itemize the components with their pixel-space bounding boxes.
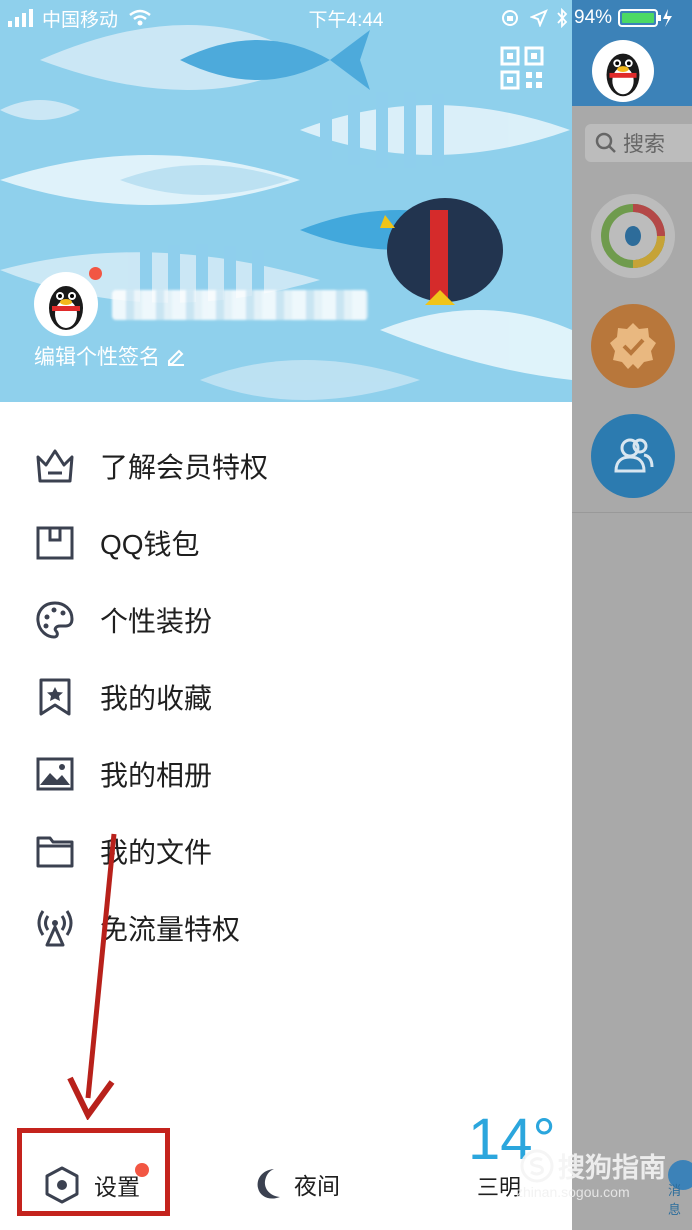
menu-label: 我的相册 bbox=[100, 760, 213, 791]
weather-city: 三明 bbox=[477, 1175, 522, 1200]
menu-item-vip-privilege[interactable]: 了解会员特权 bbox=[34, 436, 534, 496]
menu-item-album[interactable]: 我的相册 bbox=[34, 744, 534, 804]
palette-icon bbox=[34, 597, 80, 643]
search-input[interactable]: 搜索 bbox=[585, 124, 692, 162]
qq-penguin-avatar-icon bbox=[49, 286, 83, 330]
sogou-s-icon bbox=[520, 1149, 554, 1182]
menu-label: QQ钱包 bbox=[100, 529, 200, 560]
watermark-brand: 搜狗指南 bbox=[558, 1153, 666, 1183]
checkin-app[interactable] bbox=[591, 304, 675, 388]
menu-label: 了解会员特权 bbox=[100, 452, 269, 483]
status-right: 94% bbox=[500, 4, 674, 32]
menu-item-qq-wallet[interactable]: QQ钱包 bbox=[34, 513, 534, 573]
contacts-app[interactable] bbox=[591, 414, 675, 498]
bluetooth-icon bbox=[557, 8, 568, 28]
message-tab-label[interactable]: 消息 bbox=[668, 1180, 692, 1218]
qq-penguin-avatar-icon bbox=[606, 53, 640, 97]
pencil-icon bbox=[168, 349, 184, 366]
location-arrow-icon bbox=[530, 9, 548, 27]
menu-item-favorites[interactable]: 我的收藏 bbox=[34, 667, 534, 727]
search-icon bbox=[595, 132, 616, 153]
photo-icon bbox=[34, 751, 80, 797]
highlight-annotation-box bbox=[17, 1128, 170, 1216]
nickname-blurred bbox=[112, 290, 368, 320]
people-icon bbox=[614, 438, 654, 473]
header-avatar[interactable] bbox=[592, 40, 654, 102]
search-placeholder: 搜索 bbox=[623, 133, 665, 156]
notification-badge bbox=[89, 267, 102, 280]
battery-percent: 94% bbox=[574, 7, 613, 28]
wallet-icon bbox=[34, 520, 80, 566]
divider bbox=[572, 512, 692, 513]
main-screen-dimmed[interactable]: 搜索 消息 bbox=[572, 0, 692, 1230]
qzone-app[interactable] bbox=[591, 194, 675, 278]
qzone-icon bbox=[601, 204, 665, 268]
edit-signature[interactable]: 编辑个性签名 bbox=[34, 341, 186, 371]
menu-label: 我的收藏 bbox=[100, 683, 213, 714]
user-avatar[interactable] bbox=[34, 272, 98, 336]
red-arrow-annotation bbox=[67, 833, 117, 1120]
night-mode-button[interactable]: 夜间 bbox=[250, 1166, 340, 1202]
qr-code-icon[interactable] bbox=[500, 46, 544, 90]
rotation-lock-icon bbox=[502, 10, 518, 26]
moon-icon bbox=[257, 1169, 280, 1199]
night-label: 夜间 bbox=[294, 1173, 340, 1199]
watermark-url: zhinan.sogou.com bbox=[516, 1184, 630, 1200]
bookmark-star-icon bbox=[34, 674, 80, 720]
menu-item-personalize[interactable]: 个性装扮 bbox=[34, 590, 534, 650]
signature-label: 编辑个性签名 bbox=[34, 346, 160, 369]
watermark-logo: 搜狗指南 bbox=[520, 1146, 666, 1185]
badge-check-icon bbox=[610, 323, 656, 369]
battery-charging-icon bbox=[618, 9, 673, 27]
crown-icon bbox=[34, 443, 80, 489]
menu-label: 个性装扮 bbox=[100, 606, 213, 637]
